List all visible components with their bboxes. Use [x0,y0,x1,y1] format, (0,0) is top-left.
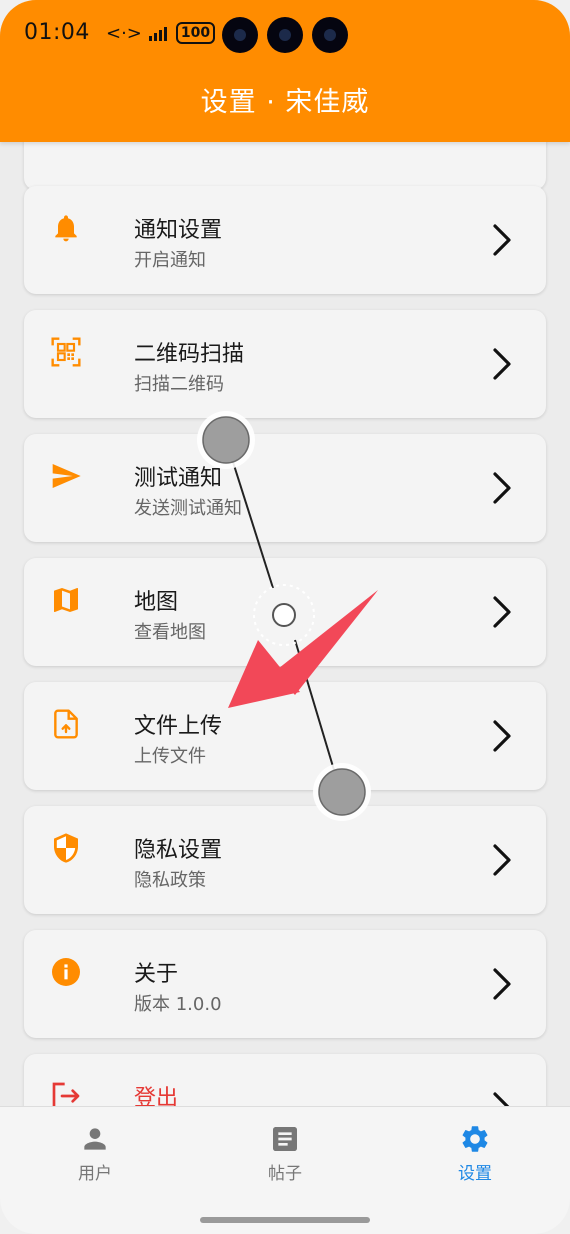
file-upload-icon [54,709,78,739]
signal-icon [148,27,167,41]
chevron-right-icon [493,348,511,380]
phone-screen: 01:04 <·> 100 设置 · 宋佳威 通知设置 开启通知 二维码扫描 扫… [0,0,570,1234]
nav-item-settings[interactable]: 设置 [415,1123,535,1184]
settings-item-title: 文件上传 [134,714,223,739]
status-time: 01:04 [24,20,90,45]
settings-item-map[interactable]: 地图 查看地图 [24,558,546,666]
app-header: 01:04 <·> 100 设置 · 宋佳威 [0,0,570,142]
camera-cutout-icon [222,17,258,53]
camera-cutout-icon [312,17,348,53]
article-icon [273,1127,297,1151]
chevron-right-icon [493,472,511,504]
chevron-right-icon [493,596,511,628]
bell-icon [55,215,77,242]
bottom-navigation: 用户 帖子 设置 [0,1106,570,1234]
settings-item-subtitle: 隐私政策 [134,870,206,891]
nav-item-users[interactable]: 用户 [35,1123,155,1184]
settings-item-test-notification[interactable]: 测试通知 发送测试通知 [24,434,546,542]
page-title: 设置 · 宋佳威 [200,87,370,118]
home-indicator[interactable] [200,1217,370,1223]
status-icons: <·> 100 [106,22,216,44]
shield-icon [54,833,78,863]
settings-item-subtitle: 上传文件 [134,746,206,767]
network-activity-icon: <·> [106,22,142,44]
nav-label: 设置 [458,1164,492,1184]
settings-item-title: 登出 [134,1086,179,1106]
settings-item-qr-scan[interactable]: 二维码扫描 扫描二维码 [24,310,546,418]
nav-label: 用户 [78,1164,112,1184]
settings-item-file-upload[interactable]: 文件上传 上传文件 [24,682,546,790]
settings-item-title: 地图 [134,590,179,615]
settings-item-title: 二维码扫描 [134,342,245,367]
settings-item-about[interactable]: 关于 版本 1.0.0 [24,930,546,1038]
send-icon [52,464,81,488]
settings-list[interactable]: 通知设置 开启通知 二维码扫描 扫描二维码 测试通知 发送测试通知 地图 查看地… [0,142,570,1106]
settings-item-title: 通知设置 [134,218,223,243]
settings-item-subtitle: 开启通知 [134,250,206,271]
camera-cutout-icon [267,17,303,53]
gear-icon [462,1126,488,1152]
settings-item-title: 关于 [134,962,179,987]
settings-item-privacy[interactable]: 隐私设置 隐私政策 [24,806,546,914]
chevron-right-icon [493,1092,510,1106]
logout-icon [52,1082,80,1106]
chevron-right-icon [493,844,511,876]
settings-card-partial[interactable] [24,142,546,190]
settings-item-title: 测试通知 [134,466,223,491]
map-icon [54,588,78,612]
settings-item-subtitle: 扫描二维码 [134,374,224,395]
info-icon [52,958,80,986]
battery-icon: 100 [175,22,216,44]
settings-item-notifications[interactable]: 通知设置 开启通知 [24,186,546,294]
settings-item-logout[interactable]: 登出 [24,1054,546,1106]
chevron-right-icon [493,224,511,256]
nav-label: 帖子 [268,1164,302,1184]
settings-item-subtitle: 查看地图 [134,622,206,643]
settings-item-subtitle: 发送测试通知 [134,498,242,519]
status-bar: 01:04 <·> 100 [0,0,570,70]
settings-item-subtitle: 版本 1.0.0 [134,994,222,1015]
chevron-right-icon [493,720,511,752]
chevron-right-icon [493,968,511,1000]
nav-item-posts[interactable]: 帖子 [225,1123,345,1184]
settings-item-title: 隐私设置 [134,838,223,863]
qr-scan-icon [51,337,81,367]
person-icon [84,1128,106,1150]
